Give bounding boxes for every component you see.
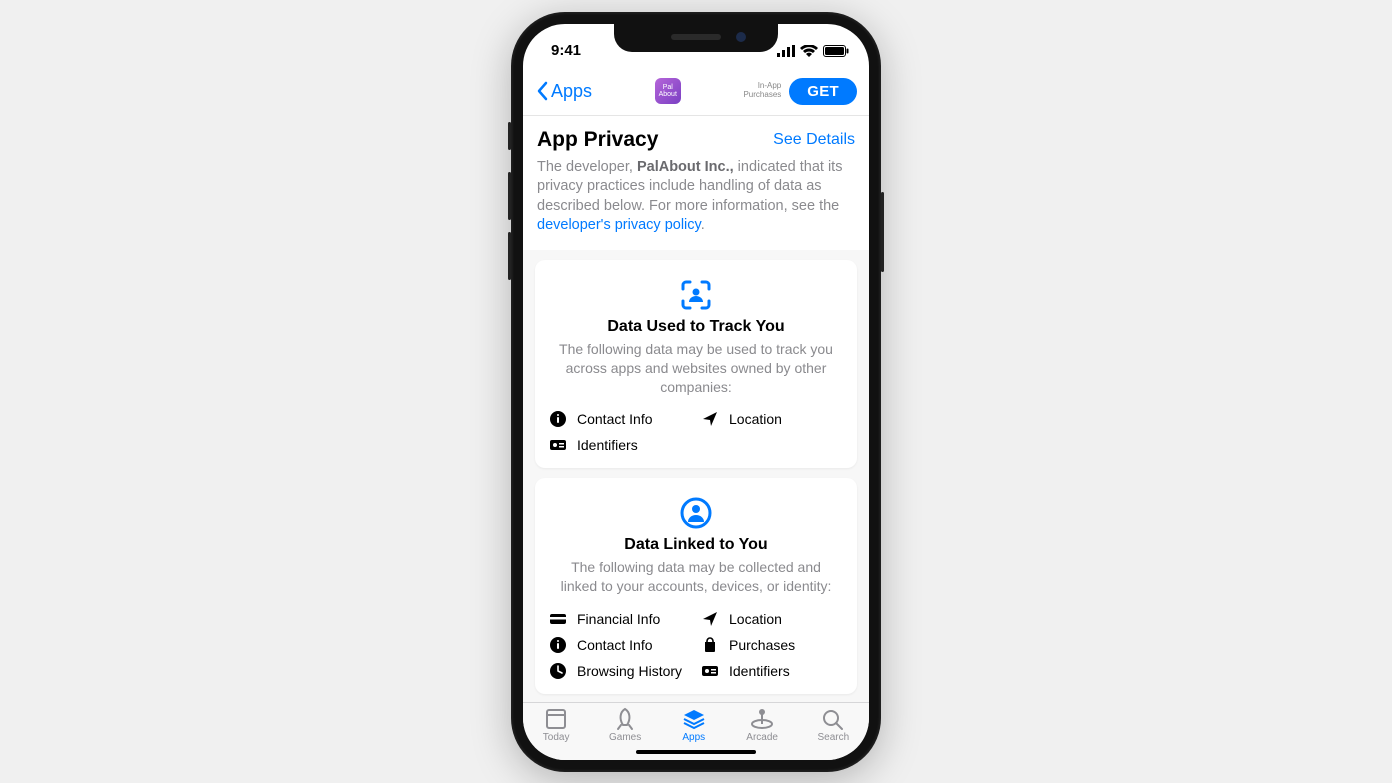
data-item: Identifiers	[549, 436, 691, 454]
wifi-icon	[800, 45, 818, 57]
get-button[interactable]: GET	[789, 78, 857, 105]
financial-icon	[549, 610, 567, 628]
privacy-header: App Privacy See Details The developer, P…	[523, 116, 869, 250]
card-title: Data Linked to You	[549, 536, 843, 554]
data-item-label: Location	[729, 611, 782, 627]
app-icon[interactable]: Pal About	[655, 78, 681, 104]
arcade-icon	[749, 707, 775, 731]
linked-icon	[679, 496, 713, 530]
rocket-icon	[612, 707, 638, 731]
data-item-label: Identifiers	[729, 663, 790, 679]
see-details-link[interactable]: See Details	[773, 131, 855, 149]
content-area: App Privacy See Details The developer, P…	[523, 116, 869, 702]
data-item-label: Browsing History	[577, 663, 682, 679]
tracking-icon	[679, 278, 713, 312]
back-label: Apps	[551, 81, 592, 102]
identifiers-icon	[549, 436, 567, 454]
tab-label: Today	[543, 732, 570, 743]
contact-icon	[549, 410, 567, 428]
data-item: Contact Info	[549, 410, 691, 428]
location-icon	[701, 410, 719, 428]
today-icon	[543, 707, 569, 731]
volume-up-button	[508, 172, 511, 220]
battery-icon	[823, 45, 849, 57]
home-indicator[interactable]	[636, 750, 756, 754]
nav-header: Apps Pal About In-AppPurchases GET	[523, 68, 869, 116]
privacy-policy-link[interactable]: developer's privacy policy	[537, 217, 701, 233]
signal-icon	[777, 45, 795, 57]
data-item: Location	[701, 410, 843, 428]
data-item: Purchases	[701, 636, 843, 654]
chevron-left-icon	[535, 81, 549, 101]
identifiers-icon	[701, 662, 719, 680]
status-time: 9:41	[551, 42, 581, 59]
tracking-card: Data Used to Track You The following dat…	[535, 260, 857, 469]
search-icon	[820, 707, 846, 731]
purchases-icon	[701, 636, 719, 654]
phone-frame: 9:41 Apps Pal About In-AppPurchases GET	[511, 12, 881, 772]
contact-icon	[549, 636, 567, 654]
tab-label: Arcade	[746, 732, 778, 743]
card-description: The following data may be used to track …	[549, 340, 843, 397]
data-item: Financial Info	[549, 610, 691, 628]
data-item-label: Location	[729, 411, 782, 427]
linked-card: Data Linked to You The following data ma…	[535, 478, 857, 694]
browsing-icon	[549, 662, 567, 680]
phone-screen: 9:41 Apps Pal About In-AppPurchases GET	[523, 24, 869, 760]
tab-today[interactable]: Today	[543, 707, 570, 760]
data-item-label: Contact Info	[577, 637, 653, 653]
data-item: Location	[701, 610, 843, 628]
data-item: Identifiers	[701, 662, 843, 680]
data-item: Browsing History	[549, 662, 691, 680]
location-icon	[701, 610, 719, 628]
in-app-purchases-label: In-AppPurchases	[743, 82, 781, 100]
page-title: App Privacy	[537, 128, 658, 152]
back-button[interactable]: Apps	[535, 81, 592, 102]
volume-down-button	[508, 232, 511, 280]
apps-icon	[681, 707, 707, 731]
data-item: Contact Info	[549, 636, 691, 654]
power-button	[881, 192, 884, 272]
data-item-label: Identifiers	[577, 437, 638, 453]
notch	[614, 24, 778, 52]
tab-label: Games	[609, 732, 641, 743]
tab-label: Apps	[682, 732, 705, 743]
data-item-label: Financial Info	[577, 611, 660, 627]
privacy-description: The developer, PalAbout Inc., indicated …	[537, 158, 855, 236]
data-item-label: Purchases	[729, 637, 795, 653]
tab-label: Search	[818, 732, 850, 743]
mute-switch	[508, 122, 511, 150]
tab-search[interactable]: Search	[818, 707, 850, 760]
developer-name: PalAbout Inc.,	[637, 159, 734, 175]
data-item-label: Contact Info	[577, 411, 653, 427]
card-description: The following data may be collected and …	[549, 558, 843, 596]
card-title: Data Used to Track You	[549, 318, 843, 336]
